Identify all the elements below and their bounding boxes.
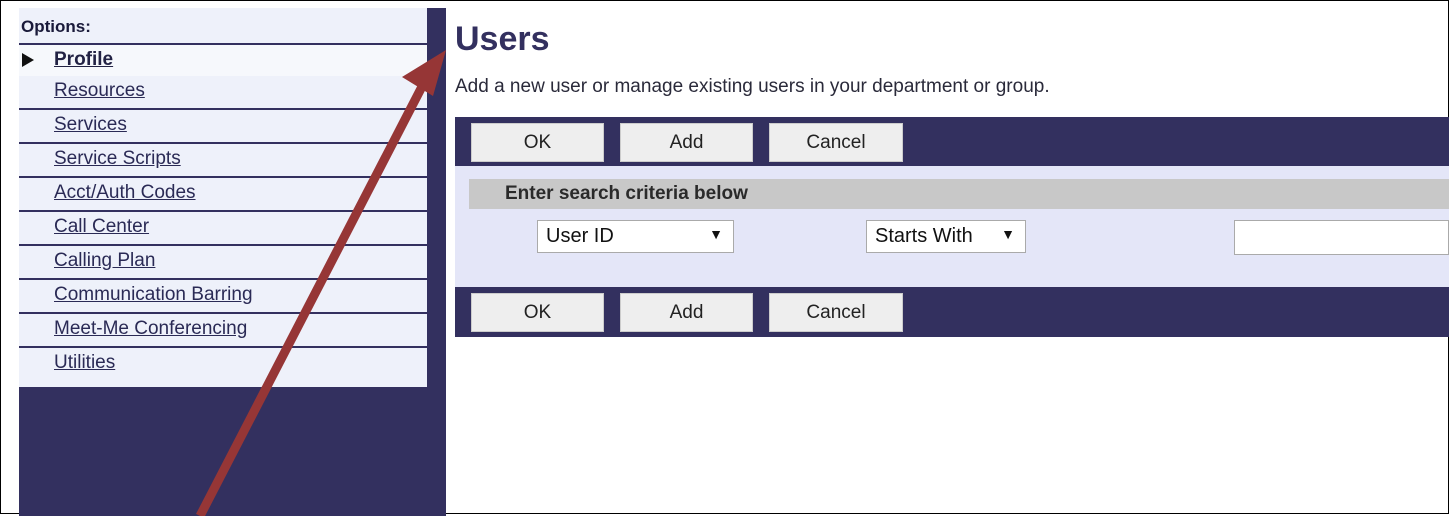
annotation-arrow: [196, 50, 446, 516]
annotation-arrow-shaft: [196, 72, 432, 516]
annotation-arrowhead-icon: [402, 50, 446, 96]
